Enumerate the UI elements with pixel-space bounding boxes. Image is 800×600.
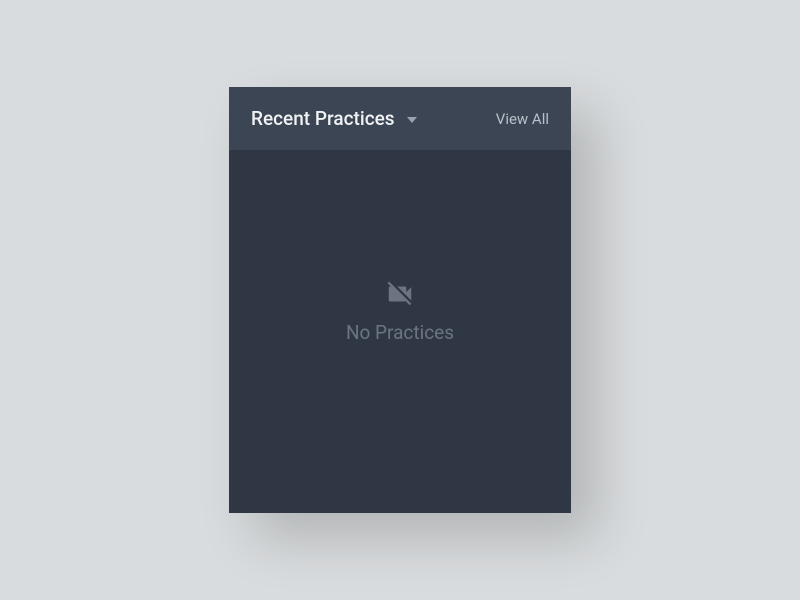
title-dropdown[interactable]: Recent Practices [251,107,417,130]
view-all-link[interactable]: View All [496,110,549,128]
recent-practices-card: Recent Practices View All No Practices [229,87,571,513]
empty-state-text: No Practices [346,321,454,344]
card-body: No Practices [229,150,571,513]
card-title: Recent Practices [251,107,395,130]
video-off-icon [385,279,415,309]
caret-down-icon [407,117,417,123]
card-header: Recent Practices View All [229,87,571,150]
